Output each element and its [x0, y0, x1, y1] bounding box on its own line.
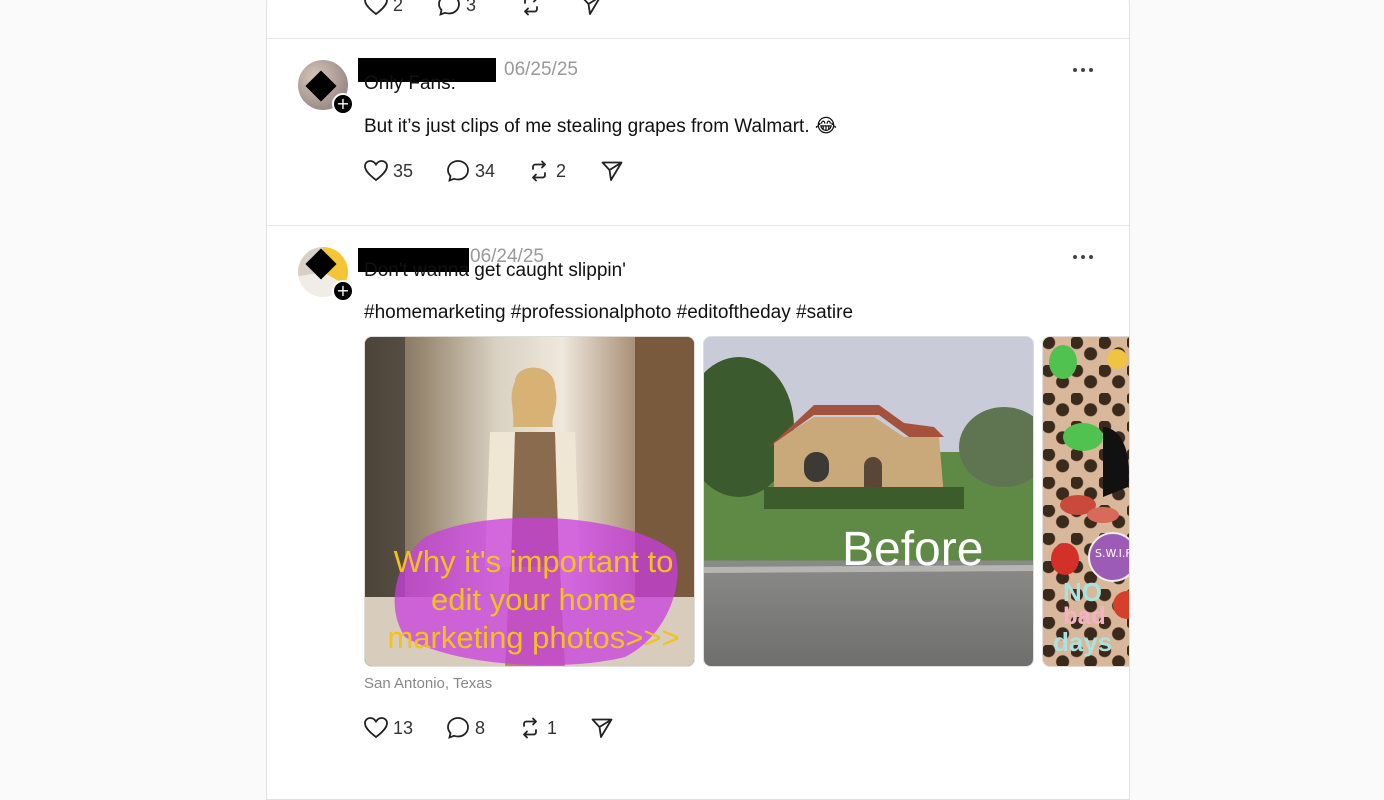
- image-text: days: [1053, 627, 1113, 657]
- like-button[interactable]: 2: [364, 0, 437, 16]
- like-button[interactable]: 13: [364, 717, 446, 739]
- post-actions: 35 34 2: [364, 159, 624, 183]
- comment-button[interactable]: 3: [437, 0, 519, 17]
- repost-button[interactable]: [519, 0, 579, 17]
- repost-icon: [523, 717, 537, 739]
- send-icon: [601, 161, 623, 181]
- share-button[interactable]: [590, 716, 614, 740]
- media-carousel[interactable]: Why it's important to edit your home mar…: [364, 336, 1130, 667]
- image-caption: Before: [842, 523, 984, 576]
- more-icon[interactable]: [1073, 67, 1093, 73]
- photo-illustration: [704, 357, 1033, 573]
- plus-icon[interactable]: +: [332, 280, 354, 302]
- post-date[interactable]: 06/25/25: [504, 59, 578, 81]
- feed-column: 2 3 + 06/25/25 Only Fans: But it’s just …: [266, 0, 1130, 800]
- comment-count: 8: [475, 717, 486, 738]
- plus-icon[interactable]: +: [332, 93, 354, 115]
- post-actions: 13 8 1: [364, 716, 614, 740]
- comment-icon: [447, 160, 469, 182]
- repost-icon: [524, 0, 538, 16]
- like-button[interactable]: 35: [364, 160, 446, 182]
- repost-button[interactable]: 1: [518, 716, 590, 740]
- send-icon: [583, 0, 600, 15]
- post-item: + 06/25/25 Only Fans: But it’s just clip…: [267, 38, 1129, 225]
- author-avatar[interactable]: +: [298, 247, 354, 302]
- image-caption: Why it's important to edit your home mar…: [387, 544, 680, 655]
- heart-icon: [364, 717, 388, 739]
- post-text-line: Don't wanna get caught slippin': [364, 260, 626, 281]
- image-badge: S.W.I.F.T: [1095, 547, 1130, 560]
- like-count: 2: [393, 0, 404, 15]
- repost-count: 2: [556, 160, 567, 181]
- repost-count: 1: [547, 717, 558, 738]
- heart-icon: [364, 160, 388, 182]
- comment-icon: [447, 717, 469, 739]
- post-image[interactable]: Why it's important to edit your home mar…: [364, 336, 695, 667]
- like-count: 35: [393, 160, 414, 181]
- comment-icon: [438, 0, 460, 16]
- comment-button[interactable]: 34: [446, 159, 527, 183]
- heart-icon: [364, 0, 388, 16]
- post-item: + 06/24/25 Don't wanna get caught slippi…: [267, 225, 1129, 785]
- share-button[interactable]: [600, 159, 624, 183]
- comment-count: 3: [466, 0, 477, 15]
- comment-count: 34: [475, 160, 496, 181]
- post-text-line: But it’s just clips of me stealing grape…: [364, 116, 838, 137]
- post-image[interactable]: Before: [703, 336, 1034, 667]
- author-avatar[interactable]: +: [298, 60, 354, 115]
- share-button[interactable]: [579, 0, 603, 17]
- post-hashtags[interactable]: #homemarketing #professionalphoto #edito…: [364, 302, 853, 324]
- like-count: 13: [393, 717, 414, 738]
- send-icon: [591, 718, 613, 738]
- repost-icon: [532, 160, 546, 182]
- post-location[interactable]: San Antonio, Texas: [364, 675, 492, 692]
- post-image[interactable]: S.W.I.F.T NO bad days: [1042, 336, 1130, 667]
- prev-post-actions: 2 3: [364, 0, 603, 17]
- post-text-line: Only Fans:: [364, 73, 456, 94]
- more-icon[interactable]: [1073, 254, 1093, 260]
- repost-button[interactable]: 2: [527, 159, 600, 183]
- comment-button[interactable]: 8: [446, 716, 518, 740]
